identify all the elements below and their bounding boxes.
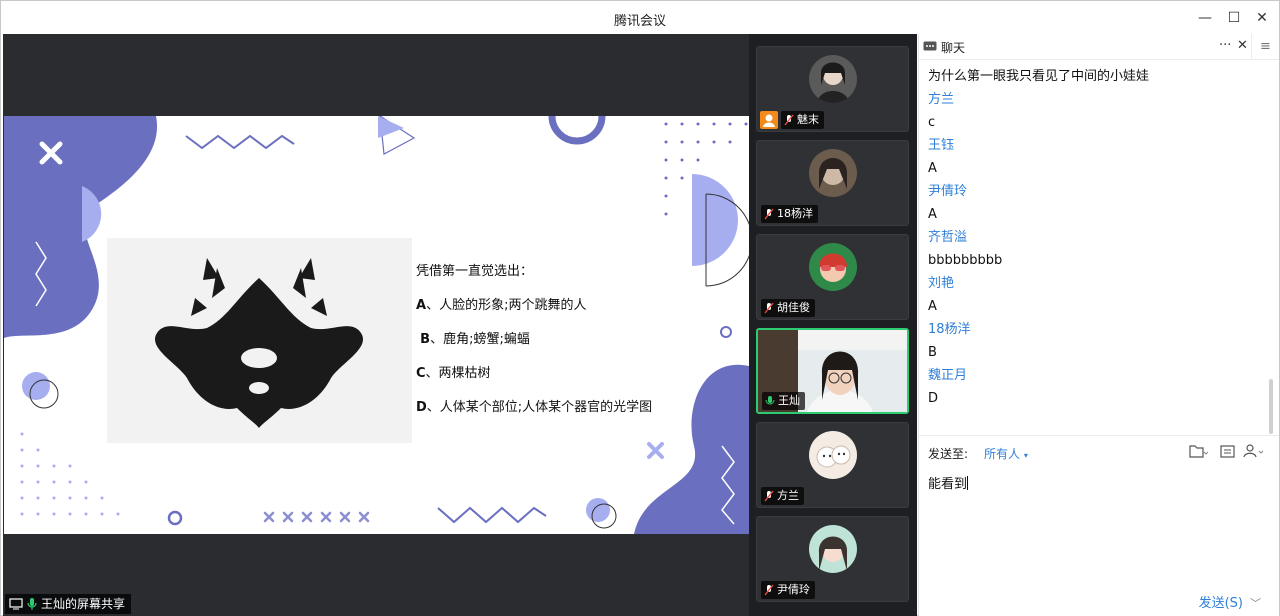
chat-icon	[923, 41, 937, 51]
question-text-block: 凭借第一直觉选出： A、人脸的形象;两个跳舞的人 B、鹿角;螃蟹;蝙蝠 C、两棵…	[416, 262, 652, 432]
avatar	[808, 149, 857, 197]
option-b: B、鹿角;螃蟹;蝙蝠	[420, 332, 530, 347]
chat-sender: 王钰	[928, 138, 955, 153]
shared-slide: 凭借第一直觉选出： A、人脸的形象;两个跳舞的人 B、鹿角;螃蟹;蝙蝠 C、两棵…	[4, 116, 749, 534]
chat-message-text: D	[928, 391, 939, 406]
screen-share-label: 王灿的屏幕共享	[5, 594, 132, 614]
microphone-icon	[765, 396, 775, 405]
announcement-icon[interactable]	[1217, 443, 1239, 463]
participant-name: 胡佳俊	[761, 299, 815, 317]
question-title: 凭借第一直觉选出：	[416, 264, 534, 279]
chat-message-text: B	[928, 345, 937, 360]
microphone-icon	[27, 598, 37, 610]
mic-muted-icon	[764, 584, 774, 596]
mic-muted-icon	[764, 208, 774, 220]
chat-sender: 尹倩玲	[928, 184, 968, 199]
chat-compose-area: 发送至: 所有人 ▾ 能看到 发送(S) ﹀	[919, 435, 1279, 616]
chat-sender: 刘艳	[928, 276, 955, 291]
option-c: C、两棵枯树	[416, 366, 491, 381]
participant-name: 王灿	[762, 392, 805, 410]
close-chat-icon[interactable]: ✕	[1237, 38, 1248, 53]
chat-sender: 18杨洋	[928, 322, 971, 337]
chat-header: 聊天 ··· ✕ ≡	[919, 34, 1279, 60]
chat-message-list: 为什么第一眼我只看见了中间的小娃娃 方兰 c 王钰 A 尹倩玲 A 齐哲溢 bb…	[928, 67, 1268, 412]
participant-video-column: 魅末 18杨洋 胡佳俊 王灿 方兰 尹倩玲	[749, 34, 917, 616]
screen-share-owner: 王灿的屏幕共享	[41, 597, 126, 611]
minimize-icon[interactable]: —	[1194, 7, 1216, 29]
chat-sender: 方兰	[928, 92, 955, 107]
participant-name: 魅末	[781, 111, 824, 129]
participant-name: 尹倩玲	[761, 581, 815, 599]
chevron-down-icon[interactable]: ﹀	[1250, 595, 1261, 611]
chat-message-text: A	[928, 207, 937, 222]
chat-message-text: A	[928, 161, 937, 176]
participant-tile[interactable]: 胡佳俊	[756, 234, 909, 320]
option-d: D、人体某个部位;人体某个器官的光学图	[416, 400, 653, 415]
screen-icon	[9, 598, 23, 610]
send-to-dropdown[interactable]: 所有人 ▾	[984, 445, 1028, 462]
chat-title: 聊天	[941, 41, 966, 55]
maximize-icon[interactable]: ☐	[1223, 7, 1245, 29]
chat-sender: 齐哲溢	[928, 230, 968, 245]
participant-tile[interactable]: 魅末	[756, 46, 909, 132]
mic-muted-icon	[764, 302, 774, 314]
host-icon	[760, 111, 778, 129]
chat-message-text: A	[928, 299, 937, 314]
member-icon[interactable]	[1243, 443, 1265, 463]
option-a: A、人脸的形象;两个跳舞的人	[416, 298, 587, 313]
avatar	[808, 431, 857, 479]
sidebar-menu-icon[interactable]: ≡	[1251, 34, 1279, 60]
chat-message-text: 为什么第一眼我只看见了中间的小娃娃	[928, 69, 1150, 84]
meeting-window: 腾讯会议 — ☐ ✕ 凭借第一直觉选出： A、人脸的形象;两个跳舞的人 B、鹿角…	[0, 0, 1280, 616]
participant-name: 18杨洋	[761, 205, 818, 223]
chat-message-text: c	[928, 115, 936, 130]
inkblot-picture	[154, 258, 364, 428]
avatar	[808, 525, 857, 573]
screen-share-area[interactable]: 凭借第一直觉选出： A、人脸的形象;两个跳舞的人 B、鹿角;螃蟹;蝙蝠 C、两棵…	[3, 34, 749, 616]
mic-muted-icon	[764, 490, 774, 502]
send-to-label: 发送至:	[928, 447, 969, 461]
mic-muted-icon	[784, 114, 794, 126]
more-options-icon[interactable]: ···	[1219, 38, 1231, 53]
app-title: 腾讯会议	[613, 14, 666, 29]
send-button[interactable]: 发送(S)	[1199, 592, 1243, 611]
chat-panel: 聊天 ··· ✕ ≡ 为什么第一眼我只看见了中间的小娃娃 方兰 c 王钰 A 尹…	[918, 34, 1279, 616]
avatar	[808, 55, 857, 103]
participant-tile[interactable]: 尹倩玲	[756, 516, 909, 602]
close-icon[interactable]: ✕	[1251, 7, 1273, 29]
participant-tile-speaking[interactable]: 王灿	[756, 328, 909, 414]
participant-name: 方兰	[761, 487, 804, 505]
chat-message-text: bbbbbbbbb	[928, 253, 1003, 268]
participant-tile[interactable]: 方兰	[756, 422, 909, 508]
file-icon[interactable]	[1187, 443, 1209, 463]
inkblot-image	[107, 238, 412, 443]
chat-scrollbar[interactable]	[1269, 379, 1273, 434]
participant-tile[interactable]: 18杨洋	[756, 140, 909, 226]
title-bar: 腾讯会议 — ☐ ✕	[1, 1, 1279, 34]
avatar	[808, 243, 857, 291]
chat-sender: 魏正月	[928, 368, 968, 383]
chat-input[interactable]: 能看到	[928, 473, 969, 492]
